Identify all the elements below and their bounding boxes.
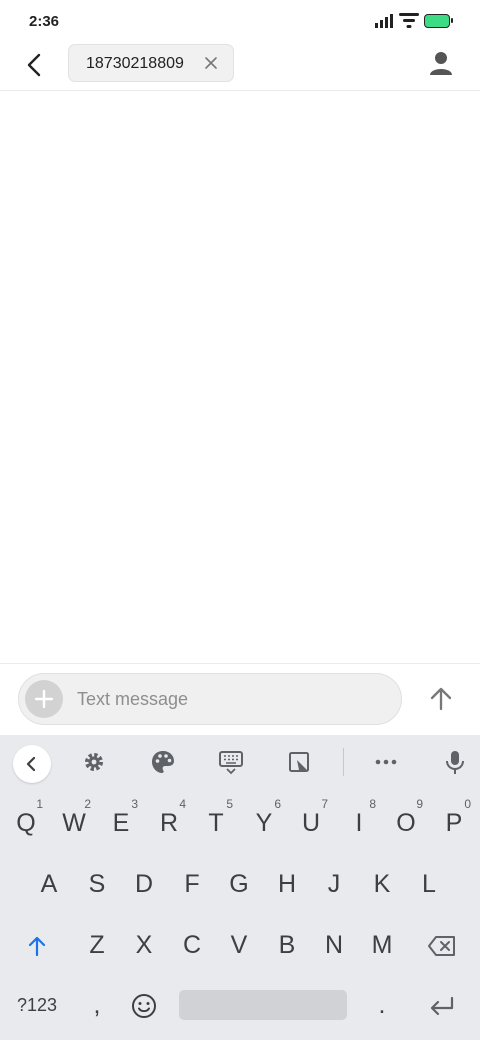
key-o[interactable]: O9	[383, 795, 429, 851]
key-u[interactable]: U7	[288, 795, 334, 851]
key-hint: 7	[321, 797, 328, 811]
cellular-signal-icon	[375, 14, 393, 28]
keyboard-toolbar	[0, 735, 480, 789]
period-key[interactable]: .	[359, 977, 405, 1033]
back-arrow-icon[interactable]	[20, 50, 50, 80]
key-hint: 3	[131, 797, 138, 811]
status-time: 2:36	[29, 13, 60, 30]
comma-key[interactable]: ,	[74, 977, 120, 1033]
recipient-chip[interactable]: 18730218809	[68, 44, 234, 82]
keyboard-layout-icon[interactable]	[218, 749, 244, 775]
toolbar-collapse-button[interactable]	[13, 745, 51, 783]
one-handed-mode-icon[interactable]	[287, 749, 313, 775]
key-m[interactable]: M	[359, 917, 405, 973]
status-bar: 2:36	[0, 0, 480, 44]
chevron-left-icon	[26, 756, 36, 772]
toolbar-separator	[343, 748, 344, 776]
space-bar[interactable]	[179, 990, 347, 1020]
microphone-icon[interactable]	[442, 749, 468, 775]
compose-divider	[0, 663, 480, 664]
shift-arrow-icon	[28, 937, 46, 957]
key-hint: 2	[84, 797, 91, 811]
key-n[interactable]: N	[311, 917, 357, 973]
theme-palette-icon[interactable]	[150, 749, 176, 775]
key-l[interactable]: L	[406, 856, 452, 912]
remove-recipient-icon[interactable]	[204, 56, 218, 70]
message-placeholder: Text message	[77, 689, 189, 709]
emoji-key[interactable]	[121, 977, 167, 1033]
backspace-key[interactable]	[419, 917, 465, 973]
key-t[interactable]: T5	[193, 795, 239, 851]
settings-gear-icon[interactable]	[81, 749, 107, 775]
key-hint: 9	[416, 797, 423, 811]
message-input[interactable]: Text message	[18, 673, 402, 725]
recipient-number: 18730218809	[86, 55, 184, 72]
key-hint: 6	[274, 797, 281, 811]
key-f[interactable]: F	[169, 856, 215, 912]
key-a[interactable]: A	[26, 856, 72, 912]
symbols-key[interactable]: ?123	[14, 977, 60, 1033]
key-hint: 8	[369, 797, 376, 811]
key-c[interactable]: C	[169, 917, 215, 973]
backspace-icon	[428, 936, 455, 957]
key-v[interactable]: V	[216, 917, 262, 973]
key-b[interactable]: B	[264, 917, 310, 973]
wifi-icon	[399, 13, 419, 28]
key-j[interactable]: J	[311, 856, 357, 912]
plus-icon	[34, 689, 54, 709]
key-w[interactable]: W2	[51, 795, 97, 851]
attach-button[interactable]	[25, 680, 63, 718]
enter-arrow-icon	[430, 997, 454, 1016]
key-y[interactable]: Y6	[241, 795, 287, 851]
key-r[interactable]: R4	[146, 795, 192, 851]
enter-key[interactable]	[419, 977, 465, 1033]
key-hint: 0	[464, 797, 471, 811]
key-h[interactable]: H	[264, 856, 310, 912]
send-arrow-icon[interactable]	[426, 684, 456, 714]
key-s[interactable]: S	[74, 856, 120, 912]
key-i[interactable]: I8	[336, 795, 382, 851]
key-hint: 4	[179, 797, 186, 811]
keyboard: Q1 W2 E3 R4 T5 Y6 U7 I8 O9 P0 A S D F G …	[0, 735, 480, 1040]
conversation-header: 18730218809	[0, 44, 480, 91]
key-z[interactable]: Z	[74, 917, 120, 973]
key-x[interactable]: X	[121, 917, 167, 973]
key-e[interactable]: E3	[98, 795, 144, 851]
shift-key[interactable]	[14, 917, 60, 973]
contact-person-icon[interactable]	[428, 50, 454, 76]
emoji-smiley-icon	[132, 994, 156, 1019]
key-d[interactable]: D	[121, 856, 167, 912]
key-hint: 5	[226, 797, 233, 811]
key-g[interactable]: G	[216, 856, 262, 912]
key-k[interactable]: K	[359, 856, 405, 912]
battery-icon	[424, 14, 453, 28]
more-options-icon[interactable]	[373, 749, 399, 775]
key-q[interactable]: Q1	[3, 795, 49, 851]
key-p[interactable]: P0	[431, 795, 477, 851]
key-hint: 1	[36, 797, 43, 811]
